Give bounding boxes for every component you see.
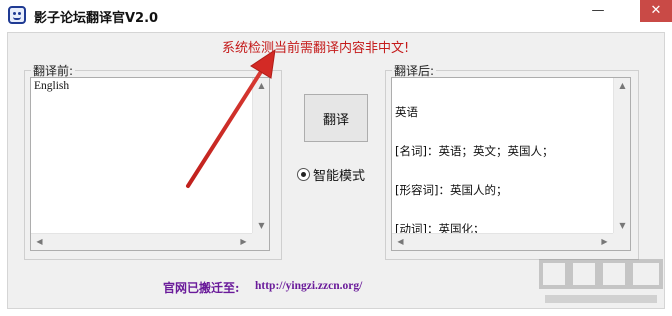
scroll-corner: [252, 233, 269, 250]
title-bar: 影子论坛翻译官V2.0 — ✕: [0, 0, 672, 32]
footer-label: 官网已搬迁至:: [163, 281, 240, 295]
app-face-icon: [8, 6, 26, 24]
target-textbox[interactable]: 英语 [名词]：英语；英文；英国人； [形容词]：英国人的； [动词]：英国化；…: [391, 77, 631, 251]
scroll-right-icon[interactable]: ▶: [235, 237, 252, 246]
site-watermark-logo: [539, 259, 663, 303]
website-link[interactable]: http://yingzi.zzcn.org/: [255, 280, 362, 292]
close-button[interactable]: ✕: [640, 0, 672, 22]
scroll-left-icon[interactable]: ◀: [392, 237, 409, 246]
window-title: 影子论坛翻译官V2.0: [34, 11, 159, 26]
scroll-up-icon[interactable]: ▲: [614, 81, 630, 90]
radio-selected-icon[interactable]: [297, 168, 310, 181]
scroll-right-icon[interactable]: ▶: [596, 237, 613, 246]
target-text: 英语 [名词]：英语；英文；英国人； [形容词]：英国人的； [动词]：英国化；: [395, 80, 613, 250]
warning-message: 系统检测当前需翻译内容非中文!: [222, 41, 410, 56]
target-line: [形容词]：英国人的；: [395, 183, 508, 197]
scroll-down-icon[interactable]: ▼: [614, 221, 630, 230]
target-horizontal-scrollbar[interactable]: ◀ ▶: [392, 233, 613, 250]
source-textbox[interactable]: English ▲ ▼ ◀ ▶: [30, 77, 270, 251]
smart-mode-radio[interactable]: 智能模式: [297, 165, 365, 184]
translate-button[interactable]: 翻译: [304, 94, 368, 142]
target-line: [名词]：英语；英文；英国人；: [395, 144, 554, 158]
scroll-corner: [613, 233, 630, 250]
scroll-down-icon[interactable]: ▼: [253, 221, 269, 230]
minimize-button[interactable]: —: [584, 0, 612, 22]
scroll-left-icon[interactable]: ◀: [31, 237, 48, 246]
source-horizontal-scrollbar[interactable]: ◀ ▶: [31, 233, 252, 250]
source-text: English: [34, 80, 70, 92]
source-vertical-scrollbar[interactable]: ▲ ▼: [252, 78, 269, 233]
target-line: 英语: [395, 105, 418, 119]
scroll-up-icon[interactable]: ▲: [253, 81, 269, 90]
target-vertical-scrollbar[interactable]: ▲ ▼: [613, 78, 630, 233]
smart-mode-label: 智能模式: [313, 169, 366, 184]
